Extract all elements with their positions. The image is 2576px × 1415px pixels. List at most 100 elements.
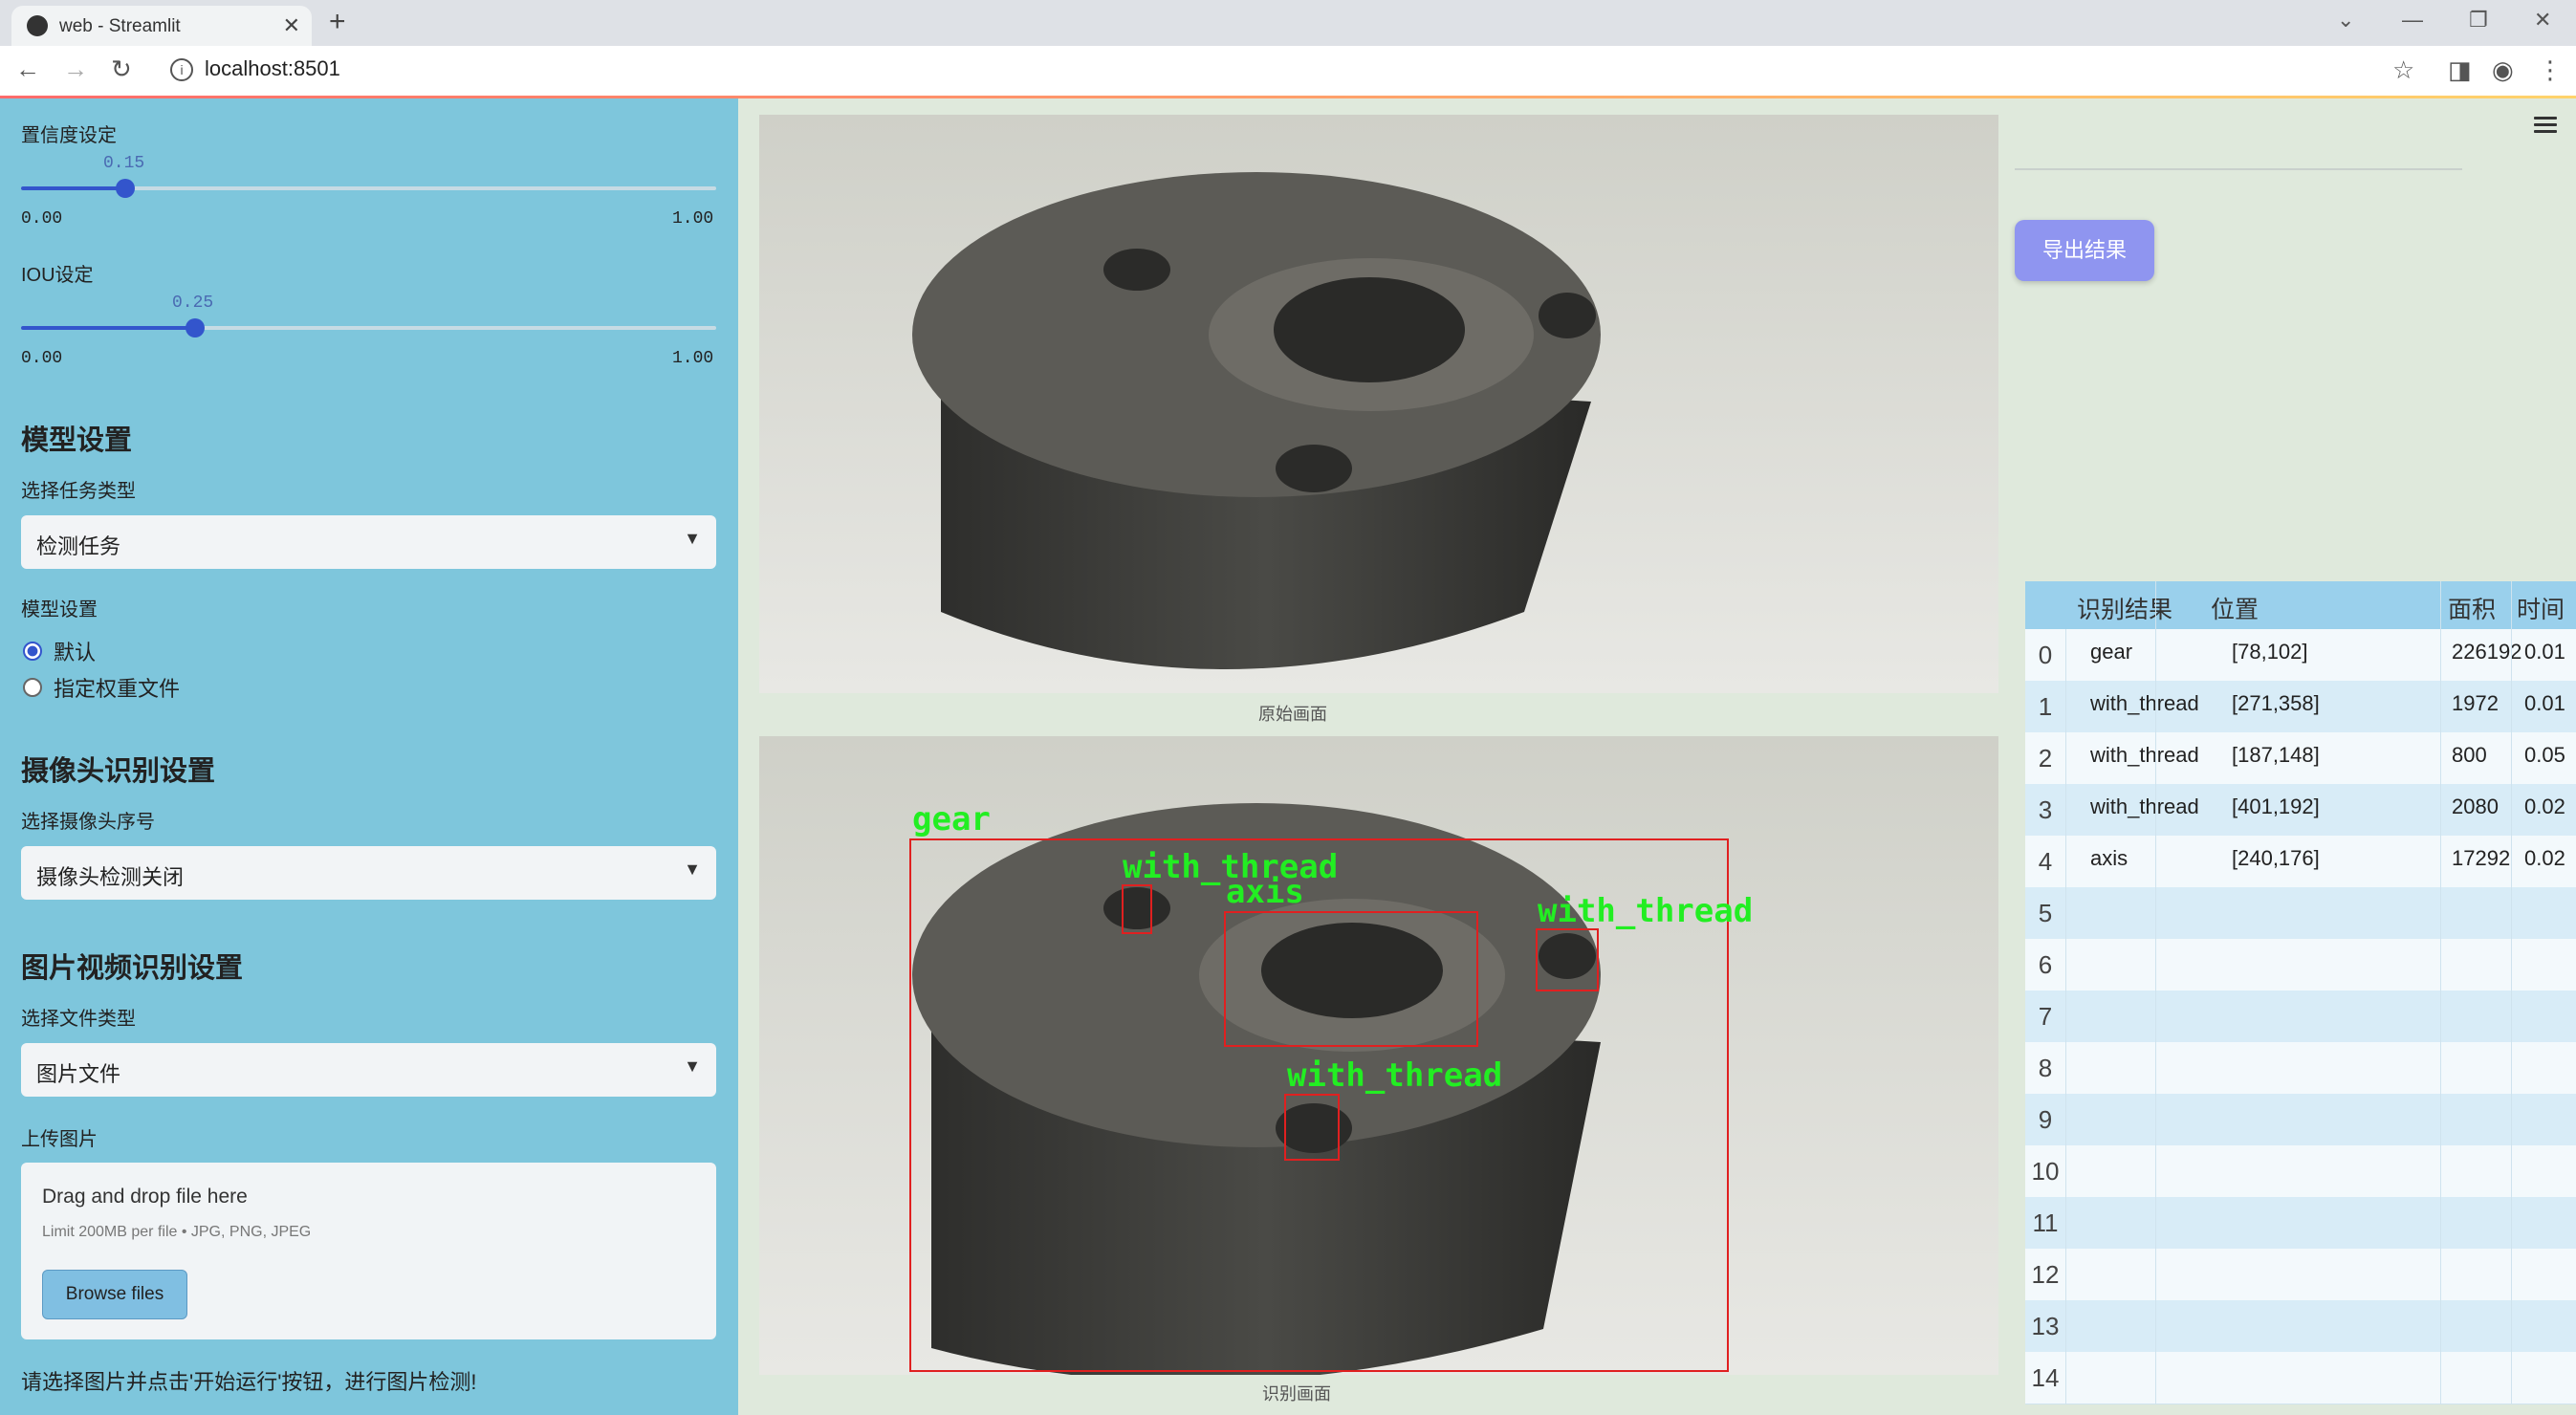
detection-label: with_thread [1538,892,1753,930]
camera-index-select[interactable]: 摄像头检测关闭 ▼ [21,846,716,900]
tab-search-chevron-icon[interactable]: ⌄ [2337,8,2354,33]
camera-index-value: 摄像头检测关闭 [36,865,185,889]
hamburger-menu-icon[interactable] [2534,117,2557,133]
minimize-icon[interactable]: — [2402,8,2423,33]
chevron-down-icon: ▼ [684,529,701,548]
confidence-max: 1.00 [672,209,714,229]
column-header-position[interactable]: 位置 [2211,591,2259,625]
table-row[interactable]: 2 with_thread [187,148] 800 0.05 [2025,732,2576,785]
confidence-slider-fill [21,186,125,190]
browse-files-button[interactable]: Browse files [42,1270,187,1319]
gear-photo-original [759,115,1998,693]
row-index: 12 [2025,1249,2066,1300]
file-uploader-dropzone[interactable]: Drag and drop file here Limit 200MB per … [21,1163,716,1339]
row-index: 13 [2025,1300,2066,1352]
iou-slider-fill [21,326,195,330]
column-header-result[interactable]: 识别结果 [2077,591,2172,625]
reload-icon[interactable]: ↻ [111,54,132,84]
table-row[interactable]: 10 [2025,1145,2576,1198]
column-header-area[interactable]: 面积 [2448,591,2496,625]
address-bar[interactable]: localhost:8501 [205,56,340,81]
instruction-text: 请选择图片并点击'开始运行'按钮，进行图片检测! [21,1370,477,1394]
browser-chrome: web - Streamlit ✕ + ⌄ — ❐ ✕ ← → ↻ i loca… [0,0,2576,98]
row-index: 9 [2025,1094,2066,1145]
table-row[interactable]: 5 [2025,887,2576,940]
task-type-label: 选择任务类型 [21,481,136,502]
radio-default[interactable] [23,642,42,661]
divider [2015,168,2462,170]
row-index: 11 [2025,1197,2066,1249]
file-type-value: 图片文件 [36,1062,121,1086]
table-row[interactable]: 11 [2025,1197,2576,1250]
site-info-icon[interactable]: i [170,58,193,81]
detection-label: axis [1226,873,1304,911]
row-index: 7 [2025,990,2066,1042]
task-type-select[interactable]: 检测任务 ▼ [21,515,716,569]
confidence-value: 0.15 [103,154,145,173]
side-panel-icon[interactable]: ◨ [2448,55,2472,85]
column-divider [2155,581,2156,1404]
table-row[interactable]: 1 with_thread [271,358] 1972 0.01 [2025,681,2576,733]
radio-custom-weights[interactable] [23,678,42,697]
row-index: 10 [2025,1145,2066,1197]
iou-slider-thumb[interactable] [186,318,205,337]
forward-icon[interactable]: → [63,54,88,84]
table-row[interactable]: 6 [2025,939,2576,991]
cell-result: axis [2090,846,2128,870]
cell-position: [78,102] [2232,640,2308,664]
table-row[interactable]: 0 gear [78,102] 226192 0.01 [2025,629,2576,682]
column-header-time[interactable]: 时间 [2517,591,2565,625]
result-caption: 识别画面 [1262,1384,1331,1404]
table-row[interactable]: 7 [2025,990,2576,1043]
task-type-value: 检测任务 [36,534,121,558]
table-row[interactable]: 3 with_thread [401,192] 2080 0.02 [2025,784,2576,837]
table-row[interactable]: 9 [2025,1094,2576,1146]
cell-time: 0.01 [2524,640,2565,664]
cell-time: 0.05 [2524,743,2565,767]
radio-default-label[interactable]: 默认 [54,636,96,666]
iou-slider[interactable] [21,318,716,337]
new-tab-icon[interactable]: + [329,6,346,38]
table-row[interactable]: 8 [2025,1042,2576,1095]
drag-drop-text: Drag and drop file here [42,1186,248,1208]
file-type-label: 选择文件类型 [21,1009,136,1030]
profile-avatar-icon[interactable]: ◉ [2492,55,2514,85]
confidence-label: 置信度设定 [21,125,117,146]
table-row[interactable]: 12 [2025,1249,2576,1301]
cell-time: 0.01 [2524,691,2565,715]
camera-index-label: 选择摄像头序号 [21,812,155,833]
table-row[interactable]: 4 axis [240,176] 17292 0.02 [2025,836,2576,888]
close-tab-icon[interactable]: ✕ [283,13,300,38]
iou-value: 0.25 [172,294,214,313]
confidence-slider-thumb[interactable] [116,179,135,198]
cell-position: [271,358] [2232,691,2320,715]
cell-result: with_thread [2090,691,2199,715]
close-window-icon[interactable]: ✕ [2534,8,2551,33]
model-settings-label: 模型设置 [21,599,98,620]
result-image: gear with_thread axis with_thread with_t… [759,736,1998,1375]
upload-limit-text: Limit 200MB per file • JPG, PNG, JPEG [42,1224,312,1240]
file-type-select[interactable]: 图片文件 ▼ [21,1043,716,1097]
restore-icon[interactable]: ❐ [2469,8,2488,33]
export-results-button[interactable]: 导出结果 [2015,220,2154,281]
table-row[interactable]: 14 [2025,1352,2576,1404]
back-icon[interactable]: ← [15,54,40,84]
chevron-down-icon: ▼ [684,860,701,879]
browser-menu-icon[interactable]: ⋮ [2538,55,2563,85]
bookmark-star-icon[interactable]: ☆ [2392,55,2414,85]
camera-settings-heading: 摄像头识别设置 [21,756,216,787]
streamlit-favicon-icon [27,15,48,36]
cell-position: [401,192] [2232,795,2320,818]
cell-result: gear [2090,640,2133,664]
detection-label: gear [912,800,991,838]
address-toolbar: ← → ↻ i localhost:8501 ☆ ◨ ◉ ⋮ [0,46,2576,98]
radio-custom-weights-label[interactable]: 指定权重文件 [54,672,180,703]
cell-area: 2080 [2452,795,2499,818]
browser-tab[interactable]: web - Streamlit ✕ [11,6,312,46]
confidence-slider[interactable] [21,179,716,198]
table-header: 识别结果 位置 面积 时间 [2025,581,2576,629]
table-row[interactable]: 13 [2025,1300,2576,1353]
chevron-down-icon: ▼ [684,1056,701,1076]
iou-label: IOU设定 [21,265,94,286]
column-divider [2511,581,2512,1404]
